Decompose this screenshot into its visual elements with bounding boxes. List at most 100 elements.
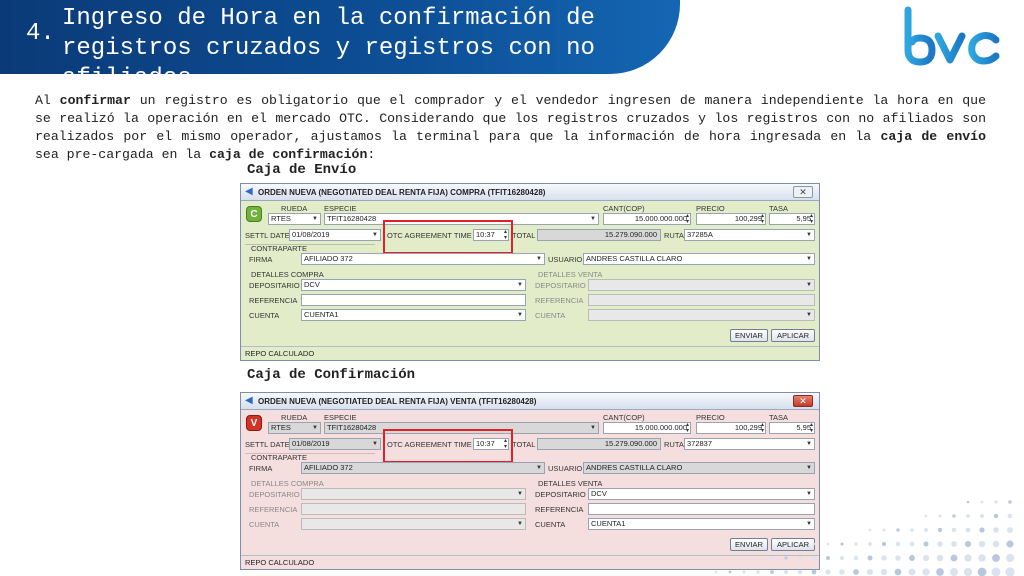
total-field: 15.279.090.000 <box>537 438 661 450</box>
spinner-icon: ▴ ▾ <box>760 422 764 434</box>
cant-field[interactable]: 15.000.000.000 ▴ ▾ <box>603 213 691 225</box>
rueda-label: RUEDA <box>281 413 308 422</box>
slide-title: Ingreso de Hora en la confirmación de re… <box>62 5 595 74</box>
referencia-venta-field[interactable] <box>588 294 815 306</box>
precio-field[interactable]: 100,299 ▴ ▾ <box>696 213 766 225</box>
send-order-window: ◀ ORDEN NUEVA (NEGOTIATED DEAL RENTA FIJ… <box>240 183 820 361</box>
cuenta-compra-select[interactable]: ▼ <box>301 518 526 530</box>
detalles-compra-label: DETALLES COMPRA <box>251 270 324 279</box>
cuenta-select[interactable]: CUENTA1 ▼ <box>301 309 526 321</box>
tasa-label: TASA <box>769 204 789 213</box>
firma-select[interactable]: AFILIADO 372 ▼ <box>301 253 545 265</box>
close-button[interactable]: ✕ <box>793 395 813 407</box>
usuario-select[interactable]: ANDRES CASTILLA CLARO ▼ <box>583 462 815 474</box>
referencia-field[interactable] <box>301 294 526 306</box>
ruta-label: RUTA <box>664 440 684 449</box>
spinner-icon: ▴ ▾ <box>760 213 764 225</box>
window-titlebar: ◀ ORDEN NUEVA (NEGOTIATED DEAL RENTA FIJ… <box>241 184 819 201</box>
tasa-field[interactable]: 5,95 ▴ ▾ <box>769 213 815 225</box>
intro-paragraph: Al confirmar un registro es obligatorio … <box>35 93 986 162</box>
app-icon: ◀ <box>245 186 253 197</box>
depositario-select[interactable]: DCV ▼ <box>301 279 526 291</box>
depositario-compra-label: DEPOSITARIO <box>249 490 300 499</box>
aplicar-button[interactable]: APLICAR <box>771 329 815 342</box>
chevron-down-icon: ▼ <box>806 312 812 318</box>
cant-field[interactable]: 15.000.000.000 ▴ ▾ <box>603 422 691 434</box>
chevron-down-icon: ▼ <box>372 441 378 447</box>
spinner-icon: ▴ ▾ <box>809 213 813 225</box>
cuenta-label: CUENTA <box>535 520 566 529</box>
settl-date-field[interactable]: 01/08/2019 ▼ <box>289 229 381 241</box>
total-label: TOTAL <box>512 440 536 449</box>
chevron-down-icon: ▼ <box>590 216 596 222</box>
slide-number: 4. <box>26 20 55 47</box>
window-titlebar: ◀ ORDEN NUEVA (NEGOTIATED DEAL RENTA FIJ… <box>241 393 819 410</box>
contraparte-label: CONTRAPARTE <box>251 244 307 253</box>
chevron-down-icon: ▼ <box>806 232 812 238</box>
referencia-label: REFERENCIA <box>535 505 584 514</box>
ruta-select[interactable]: 372837 ▼ <box>684 438 815 450</box>
referencia-venta-label: REFERENCIA <box>535 296 584 305</box>
depositario-label: DEPOSITARIO <box>535 490 586 499</box>
ruta-label: RUTA <box>664 231 684 240</box>
chevron-down-icon: ▼ <box>806 465 812 471</box>
otc-time-highlight <box>383 220 513 254</box>
app-icon: ◀ <box>245 395 253 406</box>
usuario-label: USUARIO <box>548 255 583 264</box>
window-title: ORDEN NUEVA (NEGOTIATED DEAL RENTA FIJA)… <box>258 397 537 406</box>
chevron-down-icon: ▼ <box>517 491 523 497</box>
especie-label: ESPECIE <box>324 413 357 422</box>
chevron-down-icon: ▼ <box>517 521 523 527</box>
window-title: ORDEN NUEVA (NEGOTIATED DEAL RENTA FIJA)… <box>258 188 546 197</box>
spinner-icon: ▴ ▾ <box>809 422 813 434</box>
depositario-venta-label: DEPOSITARIO <box>535 281 586 290</box>
referencia-label: REFERENCIA <box>249 296 298 305</box>
detalles-venta-label: DETALLES VENTA <box>538 479 603 488</box>
precio-field[interactable]: 100,299 ▴ ▾ <box>696 422 766 434</box>
settl-date-label: SETTL DATE <box>245 231 290 240</box>
chevron-down-icon: ▼ <box>536 256 542 262</box>
firma-label: FIRMA <box>249 255 273 264</box>
status-bar: REPO CALCULADO <box>241 346 819 360</box>
precio-label: PRECIO <box>696 413 725 422</box>
chevron-down-icon: ▼ <box>806 256 812 262</box>
chevron-down-icon: ▼ <box>806 441 812 447</box>
chevron-down-icon: ▼ <box>806 282 812 288</box>
cuenta-venta-label: CUENTA <box>535 311 566 320</box>
depositario-compra-select[interactable]: ▼ <box>301 488 526 500</box>
chevron-down-icon: ▼ <box>312 216 318 222</box>
cuenta-compra-label: CUENTA <box>249 520 280 529</box>
sell-badge-icon: V <box>246 415 262 431</box>
enviar-button[interactable]: ENVIAR <box>730 329 768 342</box>
total-label: TOTAL <box>512 231 536 240</box>
settl-date-field[interactable]: 01/08/2019 ▼ <box>289 438 381 450</box>
chevron-down-icon: ▼ <box>372 232 378 238</box>
rueda-select[interactable]: RTES ▼ <box>268 213 321 225</box>
spinner-icon: ▴ ▾ <box>685 213 689 225</box>
referencia-compra-field[interactable] <box>301 503 526 515</box>
contraparte-label: CONTRAPARTE <box>251 453 307 462</box>
ruta-select[interactable]: 37285A ▼ <box>684 229 815 241</box>
settl-date-label: SETTL DATE <box>245 440 290 449</box>
firma-select[interactable]: AFILIADO 372 ▼ <box>301 462 545 474</box>
depositario-venta-select[interactable]: ▼ <box>588 279 815 291</box>
rueda-label: RUEDA <box>281 204 308 213</box>
slide-header-banner: 4. Ingreso de Hora en la confirmación de… <box>0 0 680 74</box>
close-button[interactable]: ✕ <box>793 186 813 198</box>
cuenta-venta-select[interactable]: ▼ <box>588 309 815 321</box>
tasa-field[interactable]: 5,95 ▴ ▾ <box>769 422 815 434</box>
caption-send-box: Caja de Envío <box>247 162 357 178</box>
rueda-select[interactable]: RTES ▼ <box>268 422 321 434</box>
chevron-down-icon: ▼ <box>590 425 596 431</box>
referencia-compra-label: REFERENCIA <box>249 505 298 514</box>
decorative-dots <box>714 500 1015 576</box>
firma-label: FIRMA <box>249 464 273 473</box>
precio-label: PRECIO <box>696 204 725 213</box>
chevron-down-icon: ▼ <box>536 465 542 471</box>
buy-badge-icon: C <box>246 206 262 222</box>
usuario-select[interactable]: ANDRES CASTILLA CLARO ▼ <box>583 253 815 265</box>
caption-confirm-box: Caja de Confirmación <box>247 367 416 383</box>
cuenta-label: CUENTA <box>249 311 280 320</box>
cant-label: CANT(COP) <box>603 413 645 422</box>
cant-label: CANT(COP) <box>603 204 645 213</box>
